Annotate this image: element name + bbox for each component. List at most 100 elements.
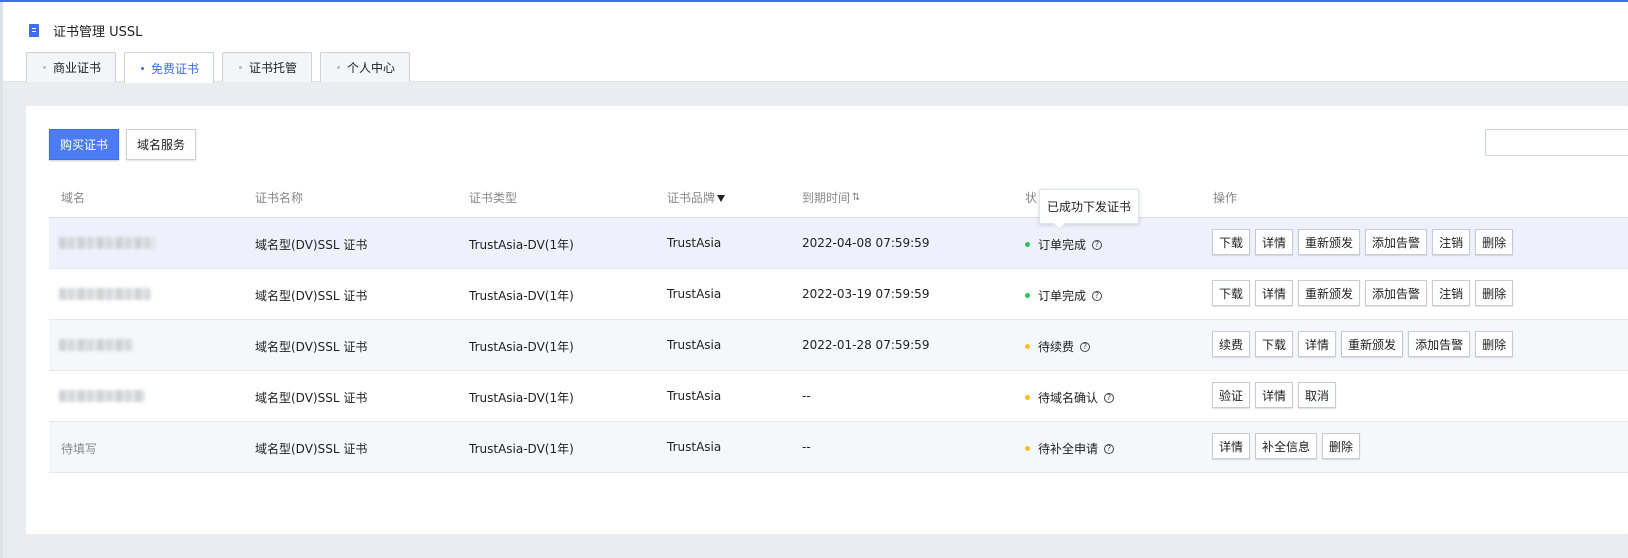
- status-label: 待补全申请: [1038, 442, 1099, 456]
- table-row: 待填写 域名型(DV)SSL 证书 TrustAsia-DV(1年) Trust…: [49, 422, 1628, 473]
- add-alert-button[interactable]: 添加告警: [1365, 229, 1428, 255]
- tab-dot: [239, 66, 243, 69]
- delete-button[interactable]: 删除: [1475, 331, 1514, 357]
- download-button[interactable]: 下载: [1212, 280, 1251, 306]
- add-alert-button[interactable]: 添加告警: [1365, 280, 1428, 306]
- certificate-icon: [29, 23, 39, 37]
- page-header: 证书管理 USSL 商业证书 免费证书 证书托管 个人中心: [3, 2, 1628, 83]
- brand-cell: TrustAsia: [667, 287, 722, 301]
- filter-icon[interactable]: [717, 195, 726, 202]
- cert-name-cell: 域名型(DV)SSL 证书: [255, 391, 368, 405]
- help-icon[interactable]: ?: [1080, 341, 1091, 352]
- column-header-domain: 域名: [61, 191, 86, 205]
- cert-name-cell: 域名型(DV)SSL 证书: [255, 238, 368, 252]
- status-label: 订单完成: [1038, 238, 1087, 252]
- status-cell: 待补全申请 ?: [1025, 440, 1115, 457]
- column-header-actions: 操作: [1213, 191, 1238, 205]
- detail-button[interactable]: 详情: [1212, 433, 1251, 459]
- row-actions: 下载 详情 重新颁发 添加告警 注销 删除: [1212, 280, 1518, 306]
- status-dot: [1025, 446, 1030, 451]
- complete-info-button[interactable]: 补全信息: [1255, 433, 1318, 459]
- brand-cell: TrustAsia: [667, 440, 722, 454]
- revoke-button[interactable]: 注销: [1432, 229, 1471, 255]
- reissue-button[interactable]: 重新颁发: [1341, 331, 1404, 357]
- domain-cell: 待填写: [61, 442, 98, 456]
- help-icon[interactable]: ?: [1104, 443, 1115, 454]
- renew-button[interactable]: 续费: [1212, 331, 1251, 357]
- tab-dot: [43, 66, 46, 69]
- domain-redacted: [59, 339, 133, 351]
- detail-button[interactable]: 详情: [1255, 280, 1294, 306]
- tab-personal-center[interactable]: 个人中心: [320, 52, 411, 82]
- brand-cell: TrustAsia: [667, 389, 722, 403]
- status-cell: 待续费 ?: [1025, 338, 1091, 355]
- reissue-button[interactable]: 重新颁发: [1298, 229, 1361, 255]
- cert-type-cell: TrustAsia-DV(1年): [469, 442, 574, 456]
- brand-cell: TrustAsia: [667, 236, 722, 250]
- reissue-button[interactable]: 重新颁发: [1298, 280, 1361, 306]
- tab-bar: 商业证书 免费证书 证书托管 个人中心: [26, 52, 418, 83]
- detail-button[interactable]: 详情: [1255, 382, 1294, 408]
- status-cell: 订单完成 ?: [1025, 287, 1103, 304]
- delete-button[interactable]: 删除: [1475, 280, 1514, 306]
- brand-cell: TrustAsia: [667, 338, 722, 352]
- tab-label: 证书托管: [249, 61, 298, 75]
- cert-name-cell: 域名型(DV)SSL 证书: [255, 442, 368, 456]
- table-header: 域名 证书名称 证书类型 证书品牌 到期时间 ⇅ 状 操作: [49, 174, 1628, 218]
- column-header-expiry-label: 到期时间: [802, 191, 851, 205]
- revoke-button[interactable]: 注销: [1432, 280, 1471, 306]
- download-button[interactable]: 下载: [1212, 229, 1251, 255]
- cancel-button[interactable]: 取消: [1298, 382, 1337, 408]
- delete-button[interactable]: 删除: [1322, 433, 1361, 459]
- column-header-status: 状: [1025, 191, 1038, 205]
- cert-type-cell: TrustAsia-DV(1年): [469, 391, 574, 405]
- help-icon[interactable]: ?: [1092, 239, 1103, 250]
- tab-dot: [337, 66, 341, 69]
- domain-redacted: [59, 390, 145, 402]
- cert-type-cell: TrustAsia-DV(1年): [469, 340, 574, 354]
- tab-commercial-cert[interactable]: 商业证书: [26, 52, 117, 82]
- status-dot: [1025, 344, 1030, 349]
- tab-free-cert[interactable]: 免费证书: [124, 52, 215, 83]
- status-dot: [1025, 293, 1030, 298]
- table-row: 域名型(DV)SSL 证书 TrustAsia-DV(1年) TrustAsia…: [49, 218, 1628, 269]
- domain-redacted: [59, 288, 151, 300]
- download-button[interactable]: 下载: [1255, 331, 1294, 357]
- column-header-brand[interactable]: 证书品牌: [667, 189, 726, 206]
- status-cell: 订单完成 ?: [1025, 236, 1103, 253]
- cert-table: 域名 证书名称 证书类型 证书品牌 到期时间 ⇅ 状 操作 域名型(DV)SSL …: [49, 174, 1628, 473]
- expiry-cell: --: [802, 389, 811, 403]
- cert-type-cell: TrustAsia-DV(1年): [469, 289, 574, 303]
- page-title: 证书管理 USSL: [53, 24, 143, 40]
- left-edge-border: [0, 2, 3, 558]
- cert-name-cell: 域名型(DV)SSL 证书: [255, 340, 368, 354]
- detail-button[interactable]: 详情: [1255, 229, 1294, 255]
- cert-name-cell: 域名型(DV)SSL 证书: [255, 289, 368, 303]
- search-input[interactable]: [1485, 129, 1628, 156]
- status-label: 待域名确认: [1038, 391, 1099, 405]
- add-alert-button[interactable]: 添加告警: [1408, 331, 1471, 357]
- expiry-cell: 2022-01-28 07:59:59: [802, 338, 930, 352]
- status-cell: 待域名确认 ?: [1025, 389, 1115, 406]
- delete-button[interactable]: 删除: [1475, 229, 1514, 255]
- cert-type-cell: TrustAsia-DV(1年): [469, 238, 574, 252]
- page-title-row: 证书管理 USSL: [29, 20, 142, 40]
- expiry-cell: 2022-03-19 07:59:59: [802, 287, 930, 301]
- status-label: 待续费: [1038, 340, 1075, 354]
- detail-button[interactable]: 详情: [1298, 331, 1337, 357]
- expiry-cell: 2022-04-08 07:59:59: [802, 236, 930, 250]
- buy-cert-button[interactable]: 购买证书: [49, 129, 119, 160]
- column-header-brand-label: 证书品牌: [667, 191, 716, 205]
- sort-icon[interactable]: ⇅: [852, 192, 861, 203]
- tab-cert-hosting[interactable]: 证书托管: [222, 52, 313, 82]
- help-icon[interactable]: ?: [1104, 392, 1115, 403]
- row-actions: 下载 详情 重新颁发 添加告警 注销 删除: [1212, 229, 1518, 255]
- verify-button[interactable]: 验证: [1212, 382, 1251, 408]
- domain-service-button[interactable]: 域名服务: [126, 129, 196, 160]
- column-header-cert-name: 证书名称: [255, 191, 304, 205]
- row-actions: 详情 补全信息 删除: [1212, 433, 1365, 459]
- help-icon[interactable]: ?: [1092, 290, 1103, 301]
- column-header-expiry[interactable]: 到期时间 ⇅: [802, 189, 861, 206]
- table-row: 域名型(DV)SSL 证书 TrustAsia-DV(1年) TrustAsia…: [49, 269, 1628, 320]
- domain-redacted: [59, 237, 155, 249]
